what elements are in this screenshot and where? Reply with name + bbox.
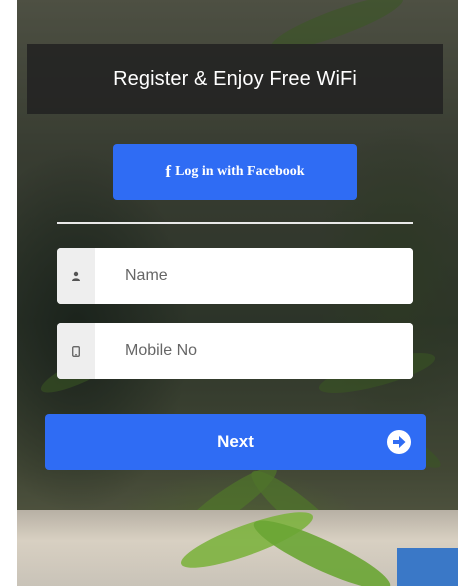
- next-label: Next: [217, 432, 254, 451]
- next-button[interactable]: Next: [45, 414, 426, 470]
- captive-portal-page: Register & Enjoy Free WiFi f Log in with…: [0, 0, 458, 586]
- facebook-login-label: Log in with Facebook: [175, 164, 305, 179]
- user-icon: [57, 248, 95, 304]
- facebook-f-icon: f: [165, 162, 172, 181]
- mobile-input[interactable]: [95, 323, 413, 379]
- page-title: Register & Enjoy Free WiFi: [113, 67, 357, 90]
- name-input[interactable]: [95, 248, 413, 304]
- header-bar: Register & Enjoy Free WiFi: [27, 44, 443, 114]
- name-field-group: [57, 248, 413, 304]
- arrow-right-circle-icon: [387, 430, 411, 454]
- mobile-field-group: [57, 323, 413, 379]
- facebook-login-button[interactable]: f Log in with Facebook: [113, 144, 357, 200]
- mobile-phone-icon: [57, 323, 95, 379]
- divider: [57, 222, 413, 224]
